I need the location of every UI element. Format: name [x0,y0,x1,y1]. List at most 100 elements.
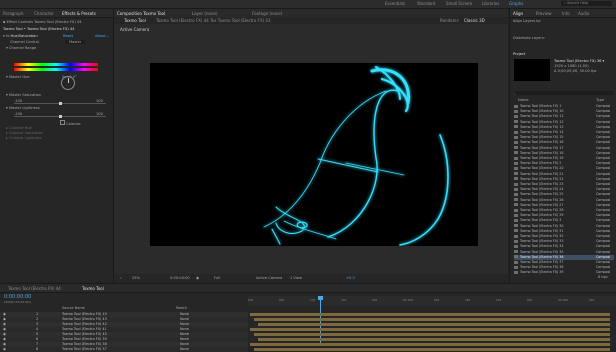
layer-track-bar[interactable] [254,348,610,351]
project-search-input[interactable]: ⌕ [514,91,614,96]
view-camera-dropdown[interactable]: Active Camera [256,276,282,280]
tab-audio[interactable]: Audio [578,11,589,16]
master-lightness-slider[interactable] [14,115,106,118]
colorize-row[interactable]: Colorize [60,120,81,126]
project-item-name: Toxmo Tool (Electro FX) 24 [520,187,564,192]
tab-character[interactable]: Character [34,11,54,16]
camera-snapshot-icon[interactable]: ◉ [196,276,199,280]
tab-info[interactable]: Info [562,11,570,16]
tab-timeline-comp-44[interactable]: Toxmo Tool (Electro FX) 44 [8,286,61,291]
bit-depth-button[interactable]: 8 bpc [598,275,608,279]
tab-effects-presets[interactable]: Effects & Presets [62,11,96,16]
layer-source-name: Toxmo Tool (Electro FX) 38 [62,342,107,346]
layer-track-bar[interactable] [258,323,610,326]
search-help-input[interactable]: ⌕ Search Help [561,1,612,6]
current-time[interactable]: 0:00:00:00 [170,276,190,280]
layer-track-bar[interactable] [250,313,610,316]
reset-link[interactable]: Reset [63,34,73,38]
fx-toggle-icon[interactable]: ▾ fx [3,34,9,38]
channel-range-bar-bottom[interactable] [14,68,98,71]
view-layout-dropdown[interactable]: 1 View [290,276,302,280]
workspace-small-screen[interactable]: Small Screen [446,1,472,6]
resolution-dropdown[interactable]: Full [214,276,220,280]
visibility-eye-icon[interactable]: ◉ [3,322,6,326]
slider-handle[interactable] [59,115,62,118]
project-item-type: Composi [596,254,611,259]
project-item-name: Toxmo Tool (Electro FX) 1 [520,104,562,108]
source-name-header[interactable]: Source Name [62,306,85,310]
project-item-type: Composi [596,150,611,155]
master-saturation-slider[interactable] [14,102,106,105]
slider-handle[interactable] [59,102,62,105]
workspace-standard[interactable]: Standard [417,1,435,6]
layer-parent-dropdown[interactable]: None [180,347,189,351]
layer-parent-dropdown[interactable]: None [180,317,189,321]
project-item-type: Composi [596,234,611,238]
layer-parent-dropdown[interactable]: None [180,327,189,331]
layer-track-bar[interactable] [258,338,610,341]
colorize-checkbox[interactable] [60,120,65,125]
breadcrumb-grandchild[interactable]: Tox Toxmo Tool (Electro FX) 43 [210,18,271,23]
right-tab-bar: Align Preview Info Audio [510,9,616,18]
tab-timeline-toxmo[interactable]: Toxmo Tool [82,286,104,291]
layer-track-bar[interactable] [254,333,610,336]
playhead-handle[interactable] [318,296,323,300]
visibility-eye-icon[interactable]: ◉ [3,327,6,331]
layer-source-name: Toxmo Tool (Electro FX) 37 [62,347,107,351]
channel-range-label: ▾ Channel Range [6,46,37,50]
magnify-icon[interactable]: ⌕ [120,276,122,280]
parent-header[interactable]: Parent [176,306,187,310]
workspace-graphs[interactable]: Graphs [509,1,523,6]
colorize-saturation-row: ▸ Colorize Saturation [6,131,44,135]
project-panel-title[interactable]: Project [513,52,525,56]
expand-icon[interactable]: ▾ [6,93,8,97]
visibility-eye-icon[interactable]: ◉ [3,317,6,321]
visibility-eye-icon[interactable]: ◉ [3,332,6,336]
tab-layer[interactable]: Layer (none) [192,11,218,16]
project-type-header[interactable]: Type [596,98,604,102]
project-name-header[interactable]: Name [518,98,529,102]
visibility-eye-icon[interactable]: ◉ [3,312,6,316]
expand-icon[interactable]: ▾ [6,46,8,50]
workspace-libraries[interactable]: Libraries [482,1,499,6]
effect-controls-header[interactable]: ▪ Effect Controls Toxmo Tool (Electro FX… [3,20,82,24]
layer-track-bar[interactable] [250,328,610,331]
renderer-value[interactable]: Classic 3D [464,18,485,23]
exposure-value[interactable]: +0.0 [346,276,355,280]
expand-icon[interactable]: ▾ [6,75,8,79]
breadcrumb-root[interactable]: Toxmo Tool [124,18,146,23]
layer-parent-dropdown[interactable]: None [180,342,189,346]
tab-paragraph[interactable]: Paragraph [3,11,24,16]
master-hue-dial[interactable] [61,76,75,90]
time-ruler[interactable]: 00f 05f 10f 15f 20f 01:00f 05f 10f 15f 20f 02:00f 0… [248,296,616,306]
visibility-eye-icon[interactable]: ◉ [3,342,6,346]
composition-icon [514,213,518,217]
layer-track-bar[interactable] [254,318,610,321]
tab-align[interactable]: Align [513,11,523,16]
layer-parent-dropdown[interactable]: None [180,337,189,341]
tab-preview[interactable]: Preview [536,11,552,16]
tab-composition[interactable]: Composition Toxmo Tool [117,11,165,16]
project-item-name: Toxmo Tool (Electro FX) 12 [520,119,564,124]
project-item-name: Toxmo Tool (Electro FX) 28 [520,208,564,212]
layer-parent-dropdown[interactable]: None [180,322,189,326]
layer-parent-dropdown[interactable]: None [180,312,189,316]
expand-icon[interactable]: ▾ [6,106,8,110]
layer-row[interactable]: ◉ 8 Toxmo Tool (Electro FX) 37 None [0,347,248,352]
about-link[interactable]: About... [95,34,109,38]
colorize-lightness-row: ▸ Colorize Lightness [6,136,42,140]
channel-control-dropdown[interactable]: Master [65,40,86,44]
workspace-essentials[interactable]: Essentials [385,1,405,6]
layer-parent-dropdown[interactable]: None [180,332,189,336]
breadcrumb-child[interactable]: Toxmo Tool (Electro FX) 44 [156,18,209,23]
visibility-eye-icon[interactable]: ◉ [3,337,6,341]
project-selected-name[interactable]: Toxmo Tool (Electro FX) 36 ▾ [554,59,604,63]
effect-hue-saturation-row[interactable]: ▾ fx Hue/Saturation Reset About... [3,34,109,38]
visibility-eye-icon[interactable]: ◉ [3,347,6,351]
tab-footage[interactable]: Footage (none) [252,11,282,16]
channel-range-bar-top[interactable] [14,63,98,66]
effect-layer-name: Toxmo Tool • Toxmo Tool (Electro FX) 44 [3,27,75,31]
ruler-tick-label: 20f [372,298,377,302]
zoom-dropdown[interactable]: 25% [132,276,140,280]
composition-viewer[interactable] [150,63,478,246]
